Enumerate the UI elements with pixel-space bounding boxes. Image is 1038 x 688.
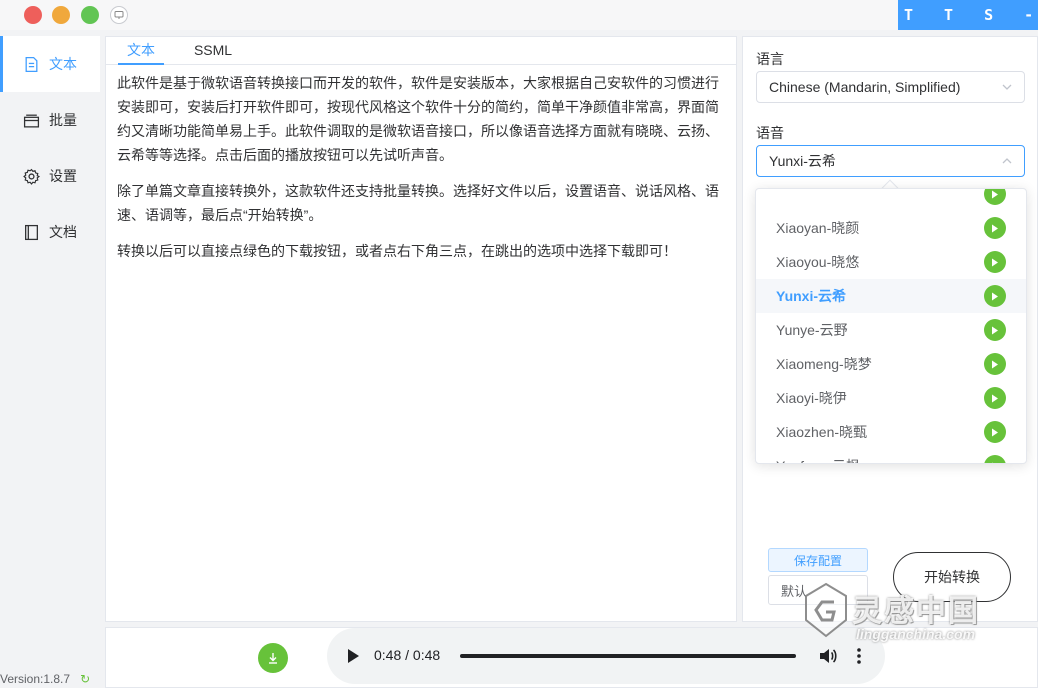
play-icon[interactable] — [984, 319, 1006, 341]
voice-dropdown: Xiaoyan-晓颜 Xiaoyou-晓悠 Yunxi-云希 Yunye-云野 … — [755, 188, 1027, 464]
watermark-text: 灵感中国 — [852, 595, 980, 628]
sidebar-item-batch[interactable]: 批量 — [0, 92, 100, 148]
sidebar-item-settings[interactable]: 设置 — [0, 148, 100, 204]
voice-option-label: Xiaoyi-晓伊 — [776, 390, 847, 406]
play-icon[interactable] — [984, 353, 1006, 375]
voice-option-label: Yunye-云野 — [776, 322, 848, 338]
sidebar-item-text[interactable]: 文本 — [0, 36, 100, 92]
sidebar-item-label: 批量 — [49, 112, 77, 128]
audio-progress-track[interactable] — [460, 654, 796, 658]
sidebar-item-label: 文档 — [49, 224, 77, 240]
download-button[interactable] — [258, 643, 288, 673]
voice-option[interactable]: Yunye-云野 — [756, 313, 1026, 347]
voice-option[interactable]: Xiaoyi-晓伊 — [756, 381, 1026, 415]
app-brand: T T S - V U E — [898, 0, 1038, 30]
watermark-logo — [805, 582, 847, 638]
voice-value: Yunxi-云希 — [769, 153, 836, 169]
play-icon[interactable] — [984, 455, 1006, 463]
voice-option[interactable]: Xiaoyan-晓颜 — [756, 211, 1026, 245]
audio-time: 0:48 / 0:48 — [374, 647, 441, 663]
minimize-window-button[interactable] — [52, 6, 70, 24]
title-bar: T T S - V U E — [0, 0, 1038, 30]
voice-option-label: Yunfeng-云枫 — [776, 456, 860, 463]
volume-icon[interactable] — [818, 646, 838, 666]
refresh-icon[interactable]: ↻ — [80, 672, 90, 686]
voice-select[interactable]: Yunxi-云希 — [756, 145, 1025, 177]
paragraph: 此软件是基于微软语音转换接口而开发的软件，软件是安装版本，大家根据自己安软件的习… — [117, 75, 719, 163]
voice-option[interactable]: Xiaoyou-晓悠 — [756, 245, 1026, 279]
play-icon[interactable] — [984, 189, 1006, 205]
language-label: 语言 — [756, 51, 784, 67]
gear-icon — [23, 168, 40, 185]
play-icon[interactable] — [984, 285, 1006, 307]
text-input-area[interactable]: 此软件是基于微软语音转换接口而开发的软件，软件是安装版本，大家根据自己安软件的习… — [106, 65, 736, 263]
close-window-button[interactable] — [24, 6, 42, 24]
tab-text[interactable]: 文本 — [118, 37, 164, 65]
version-info: Version:1.8.7 ↻ — [0, 672, 90, 686]
play-icon[interactable] — [346, 648, 360, 664]
voice-option-label: Xiaoyou-晓悠 — [776, 254, 860, 270]
language-value: Chinese (Mandarin, Simplified) — [769, 79, 961, 95]
sidebar-item-label: 文本 — [49, 56, 77, 72]
voice-option-selected[interactable]: Yunxi-云希 — [756, 279, 1026, 313]
paragraph: 转换以后可以直接点绿色的下载按钮，或者点右下角三点，在跳出的选项中选择下载即可！ — [117, 243, 677, 259]
chevron-up-icon — [1002, 158, 1012, 164]
text-editor-panel: 文本 SSML 此软件是基于微软语音转换接口而开发的软件，软件是安装版本，大家根… — [105, 36, 737, 622]
sidebar: 文本 批量 设置 文档 — [0, 36, 100, 688]
voice-option-label: Xiaozhen-晓甄 — [776, 424, 868, 440]
save-config-button[interactable]: 保存配置 — [768, 548, 868, 572]
language-select[interactable]: Chinese (Mandarin, Simplified) — [756, 71, 1025, 103]
editor-tabs: 文本 SSML — [106, 37, 736, 65]
version-label: Version:1.8.7 — [0, 672, 71, 686]
voice-option[interactable]: Yunfeng-云枫 — [756, 449, 1026, 463]
voice-option[interactable]: Xiaozhen-晓甄 — [756, 415, 1026, 449]
voice-option-label: Yunxi-云希 — [776, 288, 847, 304]
watermark-url: lingganchina.com — [856, 626, 976, 642]
voice-option-partial[interactable] — [756, 189, 1026, 211]
more-options-icon[interactable] — [852, 646, 866, 666]
voice-option-label: Xiaoyan-晓颜 — [776, 220, 860, 236]
book-icon — [25, 224, 38, 240]
play-icon[interactable] — [984, 251, 1006, 273]
tab-ssml[interactable]: SSML — [188, 37, 238, 65]
voice-option[interactable]: Xiaomeng-晓梦 — [756, 347, 1026, 381]
chevron-down-icon — [1002, 84, 1012, 90]
play-icon[interactable] — [984, 217, 1006, 239]
batch-icon — [23, 114, 40, 128]
document-icon — [25, 56, 38, 72]
screen-icon[interactable] — [110, 6, 128, 24]
maximize-window-button[interactable] — [81, 6, 99, 24]
voice-option-label: Xiaomeng-晓梦 — [776, 356, 872, 372]
download-icon — [269, 653, 277, 664]
play-icon[interactable] — [984, 421, 1006, 443]
sidebar-item-label: 设置 — [49, 168, 77, 184]
paragraph: 除了单篇文章直接转换外，这款软件还支持批量转换。选择好文件以后，设置语音、说话风… — [117, 183, 719, 223]
voice-label: 语音 — [756, 125, 784, 141]
voice-option-list: Xiaoyan-晓颜 Xiaoyou-晓悠 Yunxi-云希 Yunye-云野 … — [756, 189, 1026, 463]
play-icon[interactable] — [984, 387, 1006, 409]
sidebar-item-docs[interactable]: 文档 — [0, 204, 100, 260]
